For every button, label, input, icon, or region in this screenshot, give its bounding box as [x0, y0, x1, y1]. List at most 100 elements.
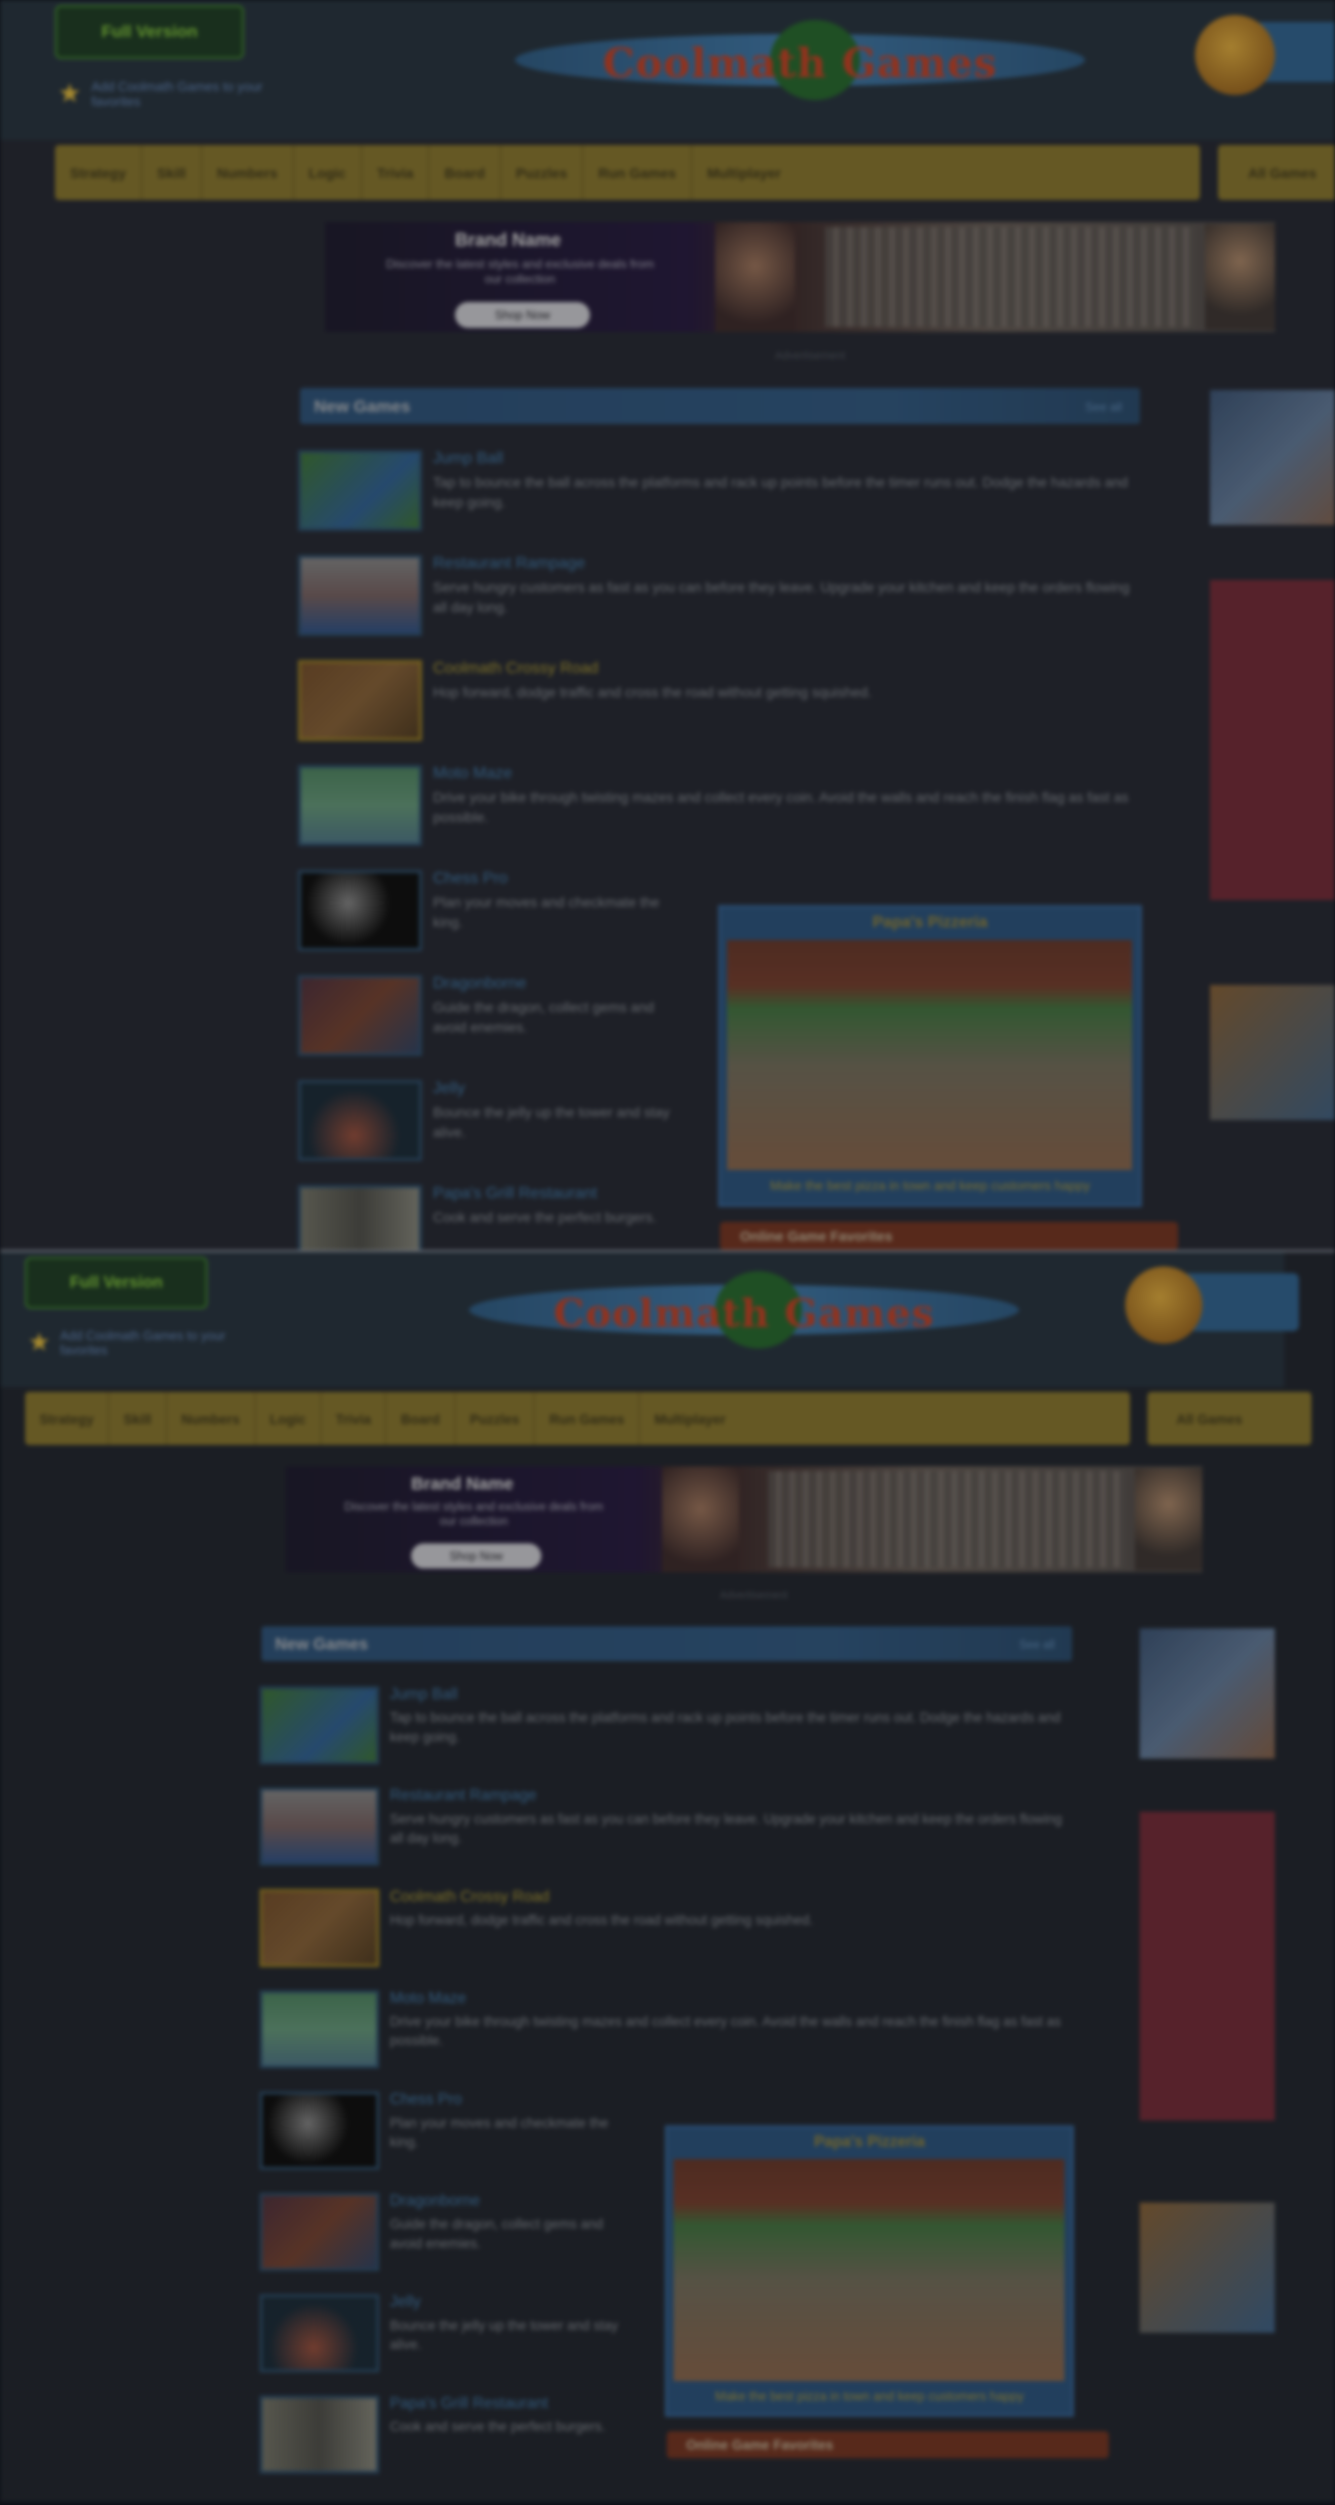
side-game-card[interactable]: [1210, 985, 1335, 1120]
nav-item-logic[interactable]: Logic: [294, 145, 362, 200]
ad-product-image: [768, 1471, 1126, 1568]
nav-item-board[interactable]: Board: [429, 145, 501, 200]
game-thumbnail[interactable]: [259, 2395, 380, 2474]
nav-item-skill[interactable]: Skill: [142, 145, 202, 200]
site-logo[interactable]: Coolmath Games: [468, 1271, 1020, 1349]
game-title[interactable]: Restaurant Rampage: [433, 555, 585, 573]
side-ad[interactable]: [1139, 1811, 1275, 2121]
new-games-header: New Games See all: [300, 388, 1140, 424]
game-title[interactable]: Jump Ball: [433, 450, 503, 468]
nav-item-skill[interactable]: Skill: [109, 1391, 167, 1445]
ad-banner[interactable]: Brand Name Discover the latest styles an…: [325, 222, 1275, 332]
nav-item-board[interactable]: Board: [386, 1391, 456, 1445]
game-description: Guide the dragon, collect gems and avoid…: [389, 2216, 604, 2251]
nav-item-logic[interactable]: Logic: [255, 1391, 322, 1445]
game-thumbnail[interactable]: [298, 870, 422, 951]
game-title[interactable]: Coolmath Crossy Road: [433, 660, 598, 678]
side-game-card[interactable]: [1139, 2202, 1275, 2333]
nav-item-multiplayer[interactable]: Multiplayer: [640, 1392, 740, 1445]
game-thumbnail[interactable]: [298, 660, 422, 741]
logo-text: Coolmath Games: [553, 1290, 935, 1336]
favorites-link[interactable]: ★ Add Coolmath Games to your favorites: [28, 1327, 234, 1357]
game-description: Tap to bounce the ball across the platfo…: [389, 1709, 1061, 1745]
nav-item-run-games[interactable]: Run Games: [535, 1391, 640, 1445]
featured-game-title[interactable]: Papa's Pizzeria: [721, 914, 1139, 932]
nav-item-strategy[interactable]: Strategy: [55, 145, 143, 200]
section-title: New Games: [275, 1635, 369, 1654]
game-thumbnail[interactable]: [298, 765, 422, 846]
favorites-link[interactable]: ★ Add Coolmath Games to your favorites: [58, 78, 271, 109]
game-thumbnail[interactable]: [259, 1686, 380, 1765]
game-description: Hop forward, dodge traffic and cross the…: [433, 684, 872, 700]
nav-all-games[interactable]: All Games: [1147, 1391, 1312, 1445]
game-thumbnail[interactable]: [298, 1185, 422, 1250]
featured-game-title[interactable]: Papa's Pizzeria: [668, 2134, 1071, 2151]
see-all-link[interactable]: See all: [1085, 400, 1122, 414]
ad-avatar-image: [1134, 1468, 1203, 1571]
ad-image: [715, 222, 795, 332]
featured-game-image[interactable]: [673, 2159, 1065, 2382]
game-thumbnail[interactable]: [259, 2294, 380, 2373]
nav-item-trivia[interactable]: Trivia: [362, 145, 430, 200]
site-logo[interactable]: Coolmath Games: [515, 20, 1085, 100]
full-version-button[interactable]: Full Version: [55, 5, 244, 59]
side-ad[interactable]: [1210, 580, 1335, 900]
see-all-link[interactable]: See all: [1019, 1638, 1054, 1652]
ad-brand: Brand Name: [455, 230, 562, 250]
game-title[interactable]: Chess Pro: [390, 2092, 462, 2109]
nav-item-numbers[interactable]: Numbers: [202, 145, 294, 200]
game-thumbnail[interactable]: [298, 1080, 422, 1161]
game-title[interactable]: Dragonborne: [433, 975, 526, 993]
nav-item-strategy[interactable]: Strategy: [25, 1391, 110, 1445]
mascot-icon[interactable]: [1125, 1266, 1203, 1344]
side-game-card[interactable]: [1210, 390, 1335, 525]
game-title[interactable]: Jelly: [433, 1080, 465, 1098]
game-thumbnail[interactable]: [259, 2091, 380, 2170]
mascot-icon[interactable]: [1195, 15, 1275, 95]
nav-item-puzzles[interactable]: Puzzles: [501, 145, 584, 200]
game-thumbnail[interactable]: [259, 1990, 380, 2069]
nav-all-games[interactable]: All Games: [1218, 145, 1335, 200]
featured-game-card[interactable]: Papa's Pizzeria Make the best pizza in t…: [664, 2125, 1075, 2417]
game-title[interactable]: Restaurant Rampage: [390, 1788, 537, 1805]
featured-game-image[interactable]: [727, 940, 1132, 1170]
featured-game-caption: Make the best pizza in town and keep cus…: [714, 2388, 1024, 2404]
header: Full Version ★ Add Coolmath Games to you…: [0, 0, 1335, 140]
game-thumbnail[interactable]: [298, 450, 422, 531]
nav-item-puzzles[interactable]: Puzzles: [455, 1391, 535, 1445]
favorites-bar[interactable]: Online Game Favorites: [666, 2431, 1109, 2459]
ad-banner[interactable]: Brand Name Discover the latest styles an…: [285, 1466, 1203, 1573]
game-thumbnail[interactable]: [259, 1888, 380, 1968]
game-title[interactable]: Chess Pro: [433, 870, 508, 888]
page-canvas: Full Version ★ Add Coolmath Games to you…: [0, 0, 1335, 1250]
game-title[interactable]: Papa's Grill Restaurant: [433, 1185, 597, 1203]
game-title[interactable]: Moto Maze: [433, 765, 512, 783]
game-title[interactable]: Papa's Grill Restaurant: [390, 2396, 548, 2413]
game-title[interactable]: Jelly: [390, 2294, 421, 2311]
star-icon: ★: [27, 1327, 51, 1357]
nav-item-run-games[interactable]: Run Games: [583, 145, 693, 200]
game-title[interactable]: Coolmath Crossy Road: [390, 1889, 550, 1906]
game-description: Serve hungry customers as fast as you ca…: [433, 579, 1130, 615]
game-thumbnail[interactable]: [298, 555, 422, 636]
nav-item-multiplayer[interactable]: Multiplayer: [692, 145, 796, 200]
game-thumbnail[interactable]: [298, 975, 422, 1056]
ad-button[interactable]: Shop Now: [411, 1543, 542, 1569]
game-thumbnail[interactable]: [259, 1787, 380, 1866]
ad-button[interactable]: Shop Now: [455, 302, 590, 328]
header: Full Version ★ Add Coolmath Games to you…: [0, 1252, 1299, 1388]
nav-item-numbers[interactable]: Numbers: [167, 1391, 256, 1445]
game-title[interactable]: Moto Maze: [390, 1990, 466, 2007]
game-title[interactable]: Jump Ball: [390, 1686, 458, 1703]
featured-game-card[interactable]: Papa's Pizzeria Make the best pizza in t…: [718, 905, 1142, 1207]
side-game-card[interactable]: [1139, 1628, 1275, 1759]
game-description: Bounce the jelly up the tower and stay a…: [389, 2317, 619, 2353]
section-title: New Games: [314, 397, 411, 416]
nav-item-trivia[interactable]: Trivia: [321, 1391, 387, 1445]
ad-product-image: [825, 227, 1195, 327]
game-thumbnail[interactable]: [259, 2192, 380, 2272]
game-title[interactable]: Dragonborne: [390, 2193, 480, 2210]
game-description: Plan your moves and checkmate the king.: [389, 2114, 609, 2150]
full-version-button[interactable]: Full Version: [25, 1256, 208, 1309]
favorites-bar[interactable]: Online Game Favorites: [720, 1222, 1178, 1250]
